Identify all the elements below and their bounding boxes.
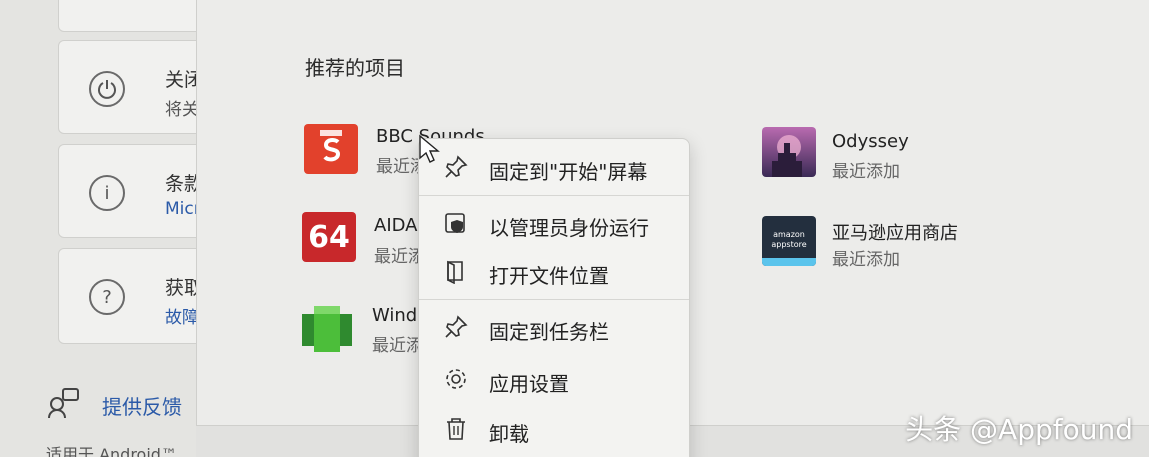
menu-item-open-file-location[interactable]: 打开文件位置 <box>419 249 689 293</box>
mouse-cursor-icon <box>419 134 440 163</box>
menu-separator <box>419 299 689 300</box>
settings-card-subtitle: 故障 <box>165 308 199 328</box>
settings-card-subtitle: 将关 <box>165 100 199 120</box>
menu-item-label: 打开文件位置 <box>489 264 609 288</box>
amazon-icon-stripe <box>762 258 816 266</box>
windows-subsystem-app-icon[interactable] <box>300 304 354 354</box>
menu-item-app-settings[interactable]: 应用设置 <box>419 357 689 401</box>
menu-item-label: 以管理员身份运行 <box>489 216 649 240</box>
menu-item-label: 卸载 <box>489 422 529 446</box>
odyssey-app-icon[interactable] <box>762 127 816 177</box>
app-name[interactable]: Odyssey <box>832 131 909 152</box>
pin-icon <box>445 315 468 338</box>
shield-icon <box>445 213 465 233</box>
help-icon: ? <box>89 279 125 315</box>
menu-separator <box>419 195 689 196</box>
feedback-icon <box>48 388 79 419</box>
amazon-appstore-app-icon[interactable]: amazon appstore <box>762 216 816 266</box>
aida64-app-icon[interactable]: 64 <box>302 212 356 262</box>
gear-icon <box>446 369 466 389</box>
settings-card-help[interactable]: ? 获取 故障 <box>58 248 218 344</box>
pin-icon <box>445 155 468 178</box>
app-name[interactable]: AIDA <box>374 215 417 236</box>
settings-card-power[interactable]: 关闭 将关 <box>58 40 218 134</box>
watermark-text: 头条 @Appfound <box>905 413 1133 446</box>
recommended-section-title: 推荐的项目 <box>305 56 405 80</box>
folder-icon <box>447 260 463 284</box>
bbc-sounds-app-icon[interactable] <box>304 124 358 174</box>
app-name[interactable]: Wind <box>372 305 417 326</box>
app-subtitle: 最近添 <box>372 336 423 356</box>
feedback-link[interactable]: 提供反馈 <box>102 391 182 420</box>
menu-item-label: 应用设置 <box>489 372 569 396</box>
context-menu: 固定到"开始"屏幕 以管理员身份运行 打开文件位置 固定到任务栏 应用设置 卸载 <box>418 138 690 457</box>
app-subtitle: 最近添加 <box>832 250 900 270</box>
trash-icon <box>447 418 465 440</box>
settings-card-top[interactable] <box>58 0 218 32</box>
settings-card-terms[interactable]: i 条款 Micr <box>58 144 218 238</box>
android-footer-text: 适用于 Android™ <box>46 445 177 457</box>
menu-item-pin-to-taskbar[interactable]: 固定到任务栏 <box>419 305 689 349</box>
menu-item-run-as-admin[interactable]: 以管理员身份运行 <box>419 201 689 245</box>
amazon-icon-text: amazon appstore <box>771 230 807 249</box>
app-name[interactable]: 亚马逊应用商店 <box>832 219 958 245</box>
menu-item-uninstall[interactable]: 卸载 <box>419 407 689 451</box>
menu-item-label: 固定到"开始"屏幕 <box>489 160 648 184</box>
power-icon <box>89 71 125 107</box>
menu-item-pin-to-start[interactable]: 固定到"开始"屏幕 <box>419 145 689 189</box>
app-subtitle: 最近添加 <box>832 162 900 182</box>
menu-item-label: 固定到任务栏 <box>489 320 609 344</box>
info-icon: i <box>89 175 125 211</box>
